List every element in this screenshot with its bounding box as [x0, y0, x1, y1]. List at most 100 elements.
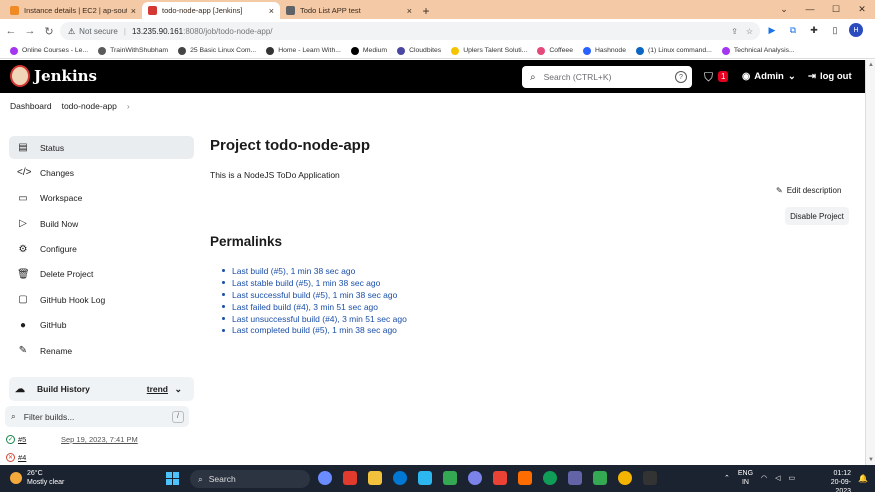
minimize-icon[interactable]: —	[797, 1, 823, 17]
permalink[interactable]: Last stable build (#5), 1 min 38 sec ago	[222, 277, 407, 289]
bookmark-item[interactable]: 25 Basic Linux Com...	[174, 46, 260, 55]
bookmark-star-icon[interactable]: ☆	[746, 27, 753, 36]
permalink[interactable]: Last completed build (#5), 1 min 38 sec …	[222, 324, 407, 336]
extension-icon[interactable]: ⧉	[786, 23, 800, 37]
taskbar-app-icon[interactable]	[443, 471, 457, 485]
bookmark-item[interactable]: Home - Learn With...	[262, 46, 345, 55]
bookmark-item[interactable]: Technical Analysis...	[718, 46, 799, 55]
wifi-icon[interactable]: ◠	[761, 474, 767, 482]
sidebar-item-delete-project[interactable]: 🗑 Delete Project	[9, 263, 194, 286]
sidebar-item-build-now[interactable]: ▷ Build Now	[9, 212, 194, 235]
permalink[interactable]: Last successful build (#5), 1 min 38 sec…	[222, 289, 407, 301]
taskbar-app-icon[interactable]	[343, 471, 357, 485]
close-window-icon[interactable]: ✕	[849, 1, 875, 17]
new-tab-button[interactable]: +	[418, 2, 434, 19]
edit-description-label: Edit description	[786, 186, 842, 195]
browser-tab[interactable]: todo-node-app [Jenkins] ×	[142, 2, 280, 19]
taskbar-app-icon[interactable]	[643, 471, 657, 485]
taskbar-app-icon[interactable]	[618, 471, 632, 485]
chevron-right-icon[interactable]: ›	[127, 101, 130, 111]
volume-icon[interactable]: ◁	[775, 474, 780, 482]
taskbar-app-icon[interactable]	[518, 471, 532, 485]
jenkins-brand[interactable]: Jenkins	[34, 67, 97, 85]
sidebar-item-changes[interactable]: </> Changes	[9, 161, 194, 184]
profile-avatar[interactable]: H	[849, 23, 863, 37]
bookmark-item[interactable]: TrainWithShubham	[94, 46, 172, 55]
taskbar-search[interactable]: ⌕ Search	[190, 470, 310, 488]
bookmark-item[interactable]: Coffeee	[533, 46, 577, 55]
taskbar-app-icon[interactable]	[418, 471, 432, 485]
breadcrumb-dashboard[interactable]: Dashboard	[10, 101, 52, 111]
build-date[interactable]: Sep 19, 2023, 7:41 PM	[61, 435, 138, 444]
edit-description-link[interactable]: ✎ Edit description	[776, 186, 841, 195]
bookmark-item[interactable]: Hashnode	[579, 46, 630, 55]
breadcrumb-project[interactable]: todo-node-app	[62, 101, 117, 111]
browser-tab[interactable]: Todo List APP test ×	[280, 2, 418, 19]
jenkins-logo[interactable]	[10, 65, 30, 87]
weather-widget[interactable]: 26°C Mostly clear	[10, 469, 64, 487]
bookmark-item[interactable]: (1) Linux command...	[632, 46, 716, 55]
trend-link[interactable]: trend	[147, 384, 168, 394]
sidebar-item-github[interactable]: ● GitHub	[9, 314, 194, 337]
sidebar-item-status[interactable]: ▤ Status	[9, 136, 194, 159]
taskbar-app-icon[interactable]	[543, 471, 557, 485]
filter-builds-input[interactable]: ⌕ Filter builds... /	[5, 406, 189, 427]
search-box[interactable]: ⌕ Search (CTRL+K) ?	[522, 66, 692, 88]
permalink[interactable]: Last build (#5), 1 min 38 sec ago	[222, 265, 407, 277]
bookmark-item[interactable]: Online Courses - Le...	[6, 46, 92, 55]
vertical-scrollbar[interactable]: ▲ ▼	[865, 60, 875, 465]
shield-icon[interactable]: ⛉	[704, 70, 713, 85]
breadcrumb: Dashboard todo-node-app ›	[10, 101, 130, 111]
tab-favicon-icon	[10, 6, 19, 15]
url-bar[interactable]: ⚠ Not secure | 13.235.90.161 :8080/job/t…	[60, 22, 760, 40]
notification-icon[interactable]: 🔔	[858, 474, 868, 483]
taskbar-app-icon[interactable]	[568, 471, 582, 485]
permalink[interactable]: Last unsuccessful build (#4), 3 min 51 s…	[222, 313, 407, 325]
logout-label: log out	[819, 71, 852, 82]
back-arrow-icon[interactable]: ←	[3, 23, 19, 39]
language-indicator[interactable]: ENG IN	[738, 469, 753, 487]
taskbar-app-icon[interactable]	[493, 471, 507, 485]
maximize-icon[interactable]: ☐	[823, 1, 849, 17]
build-row[interactable]: ✕ #4	[6, 453, 26, 462]
alert-badge[interactable]: 1	[718, 71, 729, 82]
taskbar-app-icon[interactable]	[468, 471, 482, 485]
build-number[interactable]: #4	[18, 453, 26, 462]
sidebar-item-workspace[interactable]: ▭ Workspace	[9, 187, 194, 210]
sidebar-item-rename[interactable]: ✎ Rename	[9, 339, 194, 362]
menu-icon[interactable]: ⋮	[870, 23, 875, 37]
logout-link[interactable]: ⇥ log out	[808, 71, 852, 82]
taskbar-app-icon[interactable]	[393, 471, 407, 485]
windows-start-icon[interactable]	[166, 472, 179, 485]
scroll-down-icon[interactable]: ▼	[868, 457, 874, 463]
chevron-down-icon[interactable]: ⌄	[174, 384, 182, 395]
battery-icon[interactable]: ▭	[789, 474, 796, 482]
bookmark-item[interactable]: Medium	[347, 46, 391, 55]
close-icon[interactable]: ×	[269, 6, 274, 16]
taskbar-app-icon[interactable]	[318, 471, 332, 485]
tab-search-icon[interactable]: ⌄	[771, 1, 797, 17]
reload-icon[interactable]: ↻	[41, 23, 57, 39]
bookmark-item[interactable]: Uplers Talent Soluti...	[447, 46, 531, 55]
sidebar-icon[interactable]: ▯	[828, 23, 842, 37]
user-menu[interactable]: ◉ Admin ⌄	[742, 71, 796, 82]
permalink[interactable]: Last failed build (#4), 3 min 51 sec ago	[222, 301, 407, 313]
browser-tab[interactable]: Instance details | EC2 | ap-south ×	[4, 2, 142, 19]
close-icon[interactable]: ×	[407, 6, 412, 16]
help-icon[interactable]: ?	[675, 71, 687, 83]
build-row[interactable]: ✓ #5 Sep 19, 2023, 7:41 PM	[6, 435, 138, 444]
bookmark-item[interactable]: Cloudbites	[393, 46, 445, 55]
sidebar-item-configure[interactable]: ⚙ Configure	[9, 238, 194, 261]
close-icon[interactable]: ×	[131, 6, 136, 16]
chevron-up-icon[interactable]: ⌃	[724, 474, 730, 482]
share-icon[interactable]: ⇪	[731, 27, 738, 36]
build-number[interactable]: #5	[18, 435, 26, 444]
extension-icon[interactable]: ▶	[765, 23, 779, 37]
taskbar-app-icon[interactable]	[593, 471, 607, 485]
puzzle-icon[interactable]: ✚	[807, 23, 821, 37]
disable-project-button[interactable]: Disable Project	[785, 207, 849, 225]
scroll-up-icon[interactable]: ▲	[868, 62, 874, 68]
taskbar-app-icon[interactable]	[368, 471, 382, 485]
sidebar-item-github-hook-log[interactable]: ▢ GitHub Hook Log	[9, 288, 194, 311]
forward-arrow-icon[interactable]: →	[22, 23, 38, 39]
